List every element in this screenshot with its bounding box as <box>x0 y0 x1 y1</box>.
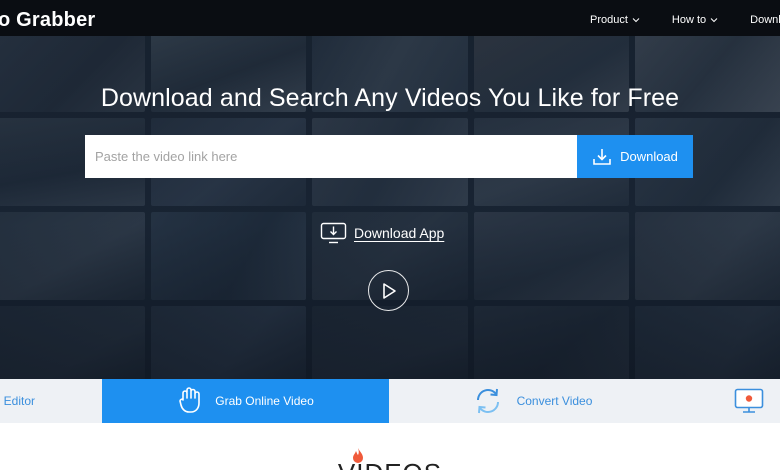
tab-label: eo Editor <box>0 394 36 408</box>
desktop-download-icon <box>320 222 347 244</box>
download-app-label: Download App <box>354 225 445 241</box>
play-video-button[interactable] <box>368 270 409 311</box>
play-icon <box>382 282 396 299</box>
section-title: VIDEOS <box>0 458 780 470</box>
feature-tab-bar: eo Editor Grab Online Video Convert Vide… <box>0 379 780 423</box>
chevron-down-icon <box>710 18 718 23</box>
download-app-link[interactable]: Download App <box>320 222 444 244</box>
main-nav: Product How to Downl <box>590 14 780 26</box>
search-bar: Download <box>85 135 693 178</box>
top-header: o Grabber Product How to Downl <box>0 0 780 36</box>
video-link-input[interactable] <box>85 135 577 178</box>
tab-video-editor[interactable]: eo Editor <box>0 379 102 423</box>
nav-item-how-to[interactable]: How to <box>672 14 718 26</box>
tab-grab-online-video[interactable]: Grab Online Video <box>102 379 389 423</box>
brand-logo-text[interactable]: o Grabber <box>0 9 95 32</box>
convert-arrows-icon <box>476 388 499 414</box>
hand-grab-icon <box>179 387 201 413</box>
tab-label: Grab Online Video <box>215 394 314 408</box>
nav-item-label: Downl <box>750 14 780 26</box>
chevron-down-icon <box>632 18 640 23</box>
hero-section: Download and Search Any Videos You Like … <box>0 36 780 379</box>
nav-item-label: How to <box>671 14 707 26</box>
tab-screen-recorder[interactable] <box>676 379 780 423</box>
videos-section: VIDEOS <box>0 423 780 470</box>
nav-item-download[interactable]: Downl <box>750 14 780 26</box>
download-icon <box>593 148 611 165</box>
nav-item-label: Product <box>590 14 628 26</box>
download-button[interactable]: Download <box>577 135 693 178</box>
tab-convert-video[interactable]: Convert Video <box>389 379 676 423</box>
download-button-label: Download <box>620 149 678 164</box>
tab-label: Convert Video <box>516 394 593 408</box>
screen-record-icon <box>734 388 764 413</box>
nav-item-product[interactable]: Product <box>590 14 640 26</box>
hero-title: Download and Search Any Videos You Like … <box>100 84 680 112</box>
